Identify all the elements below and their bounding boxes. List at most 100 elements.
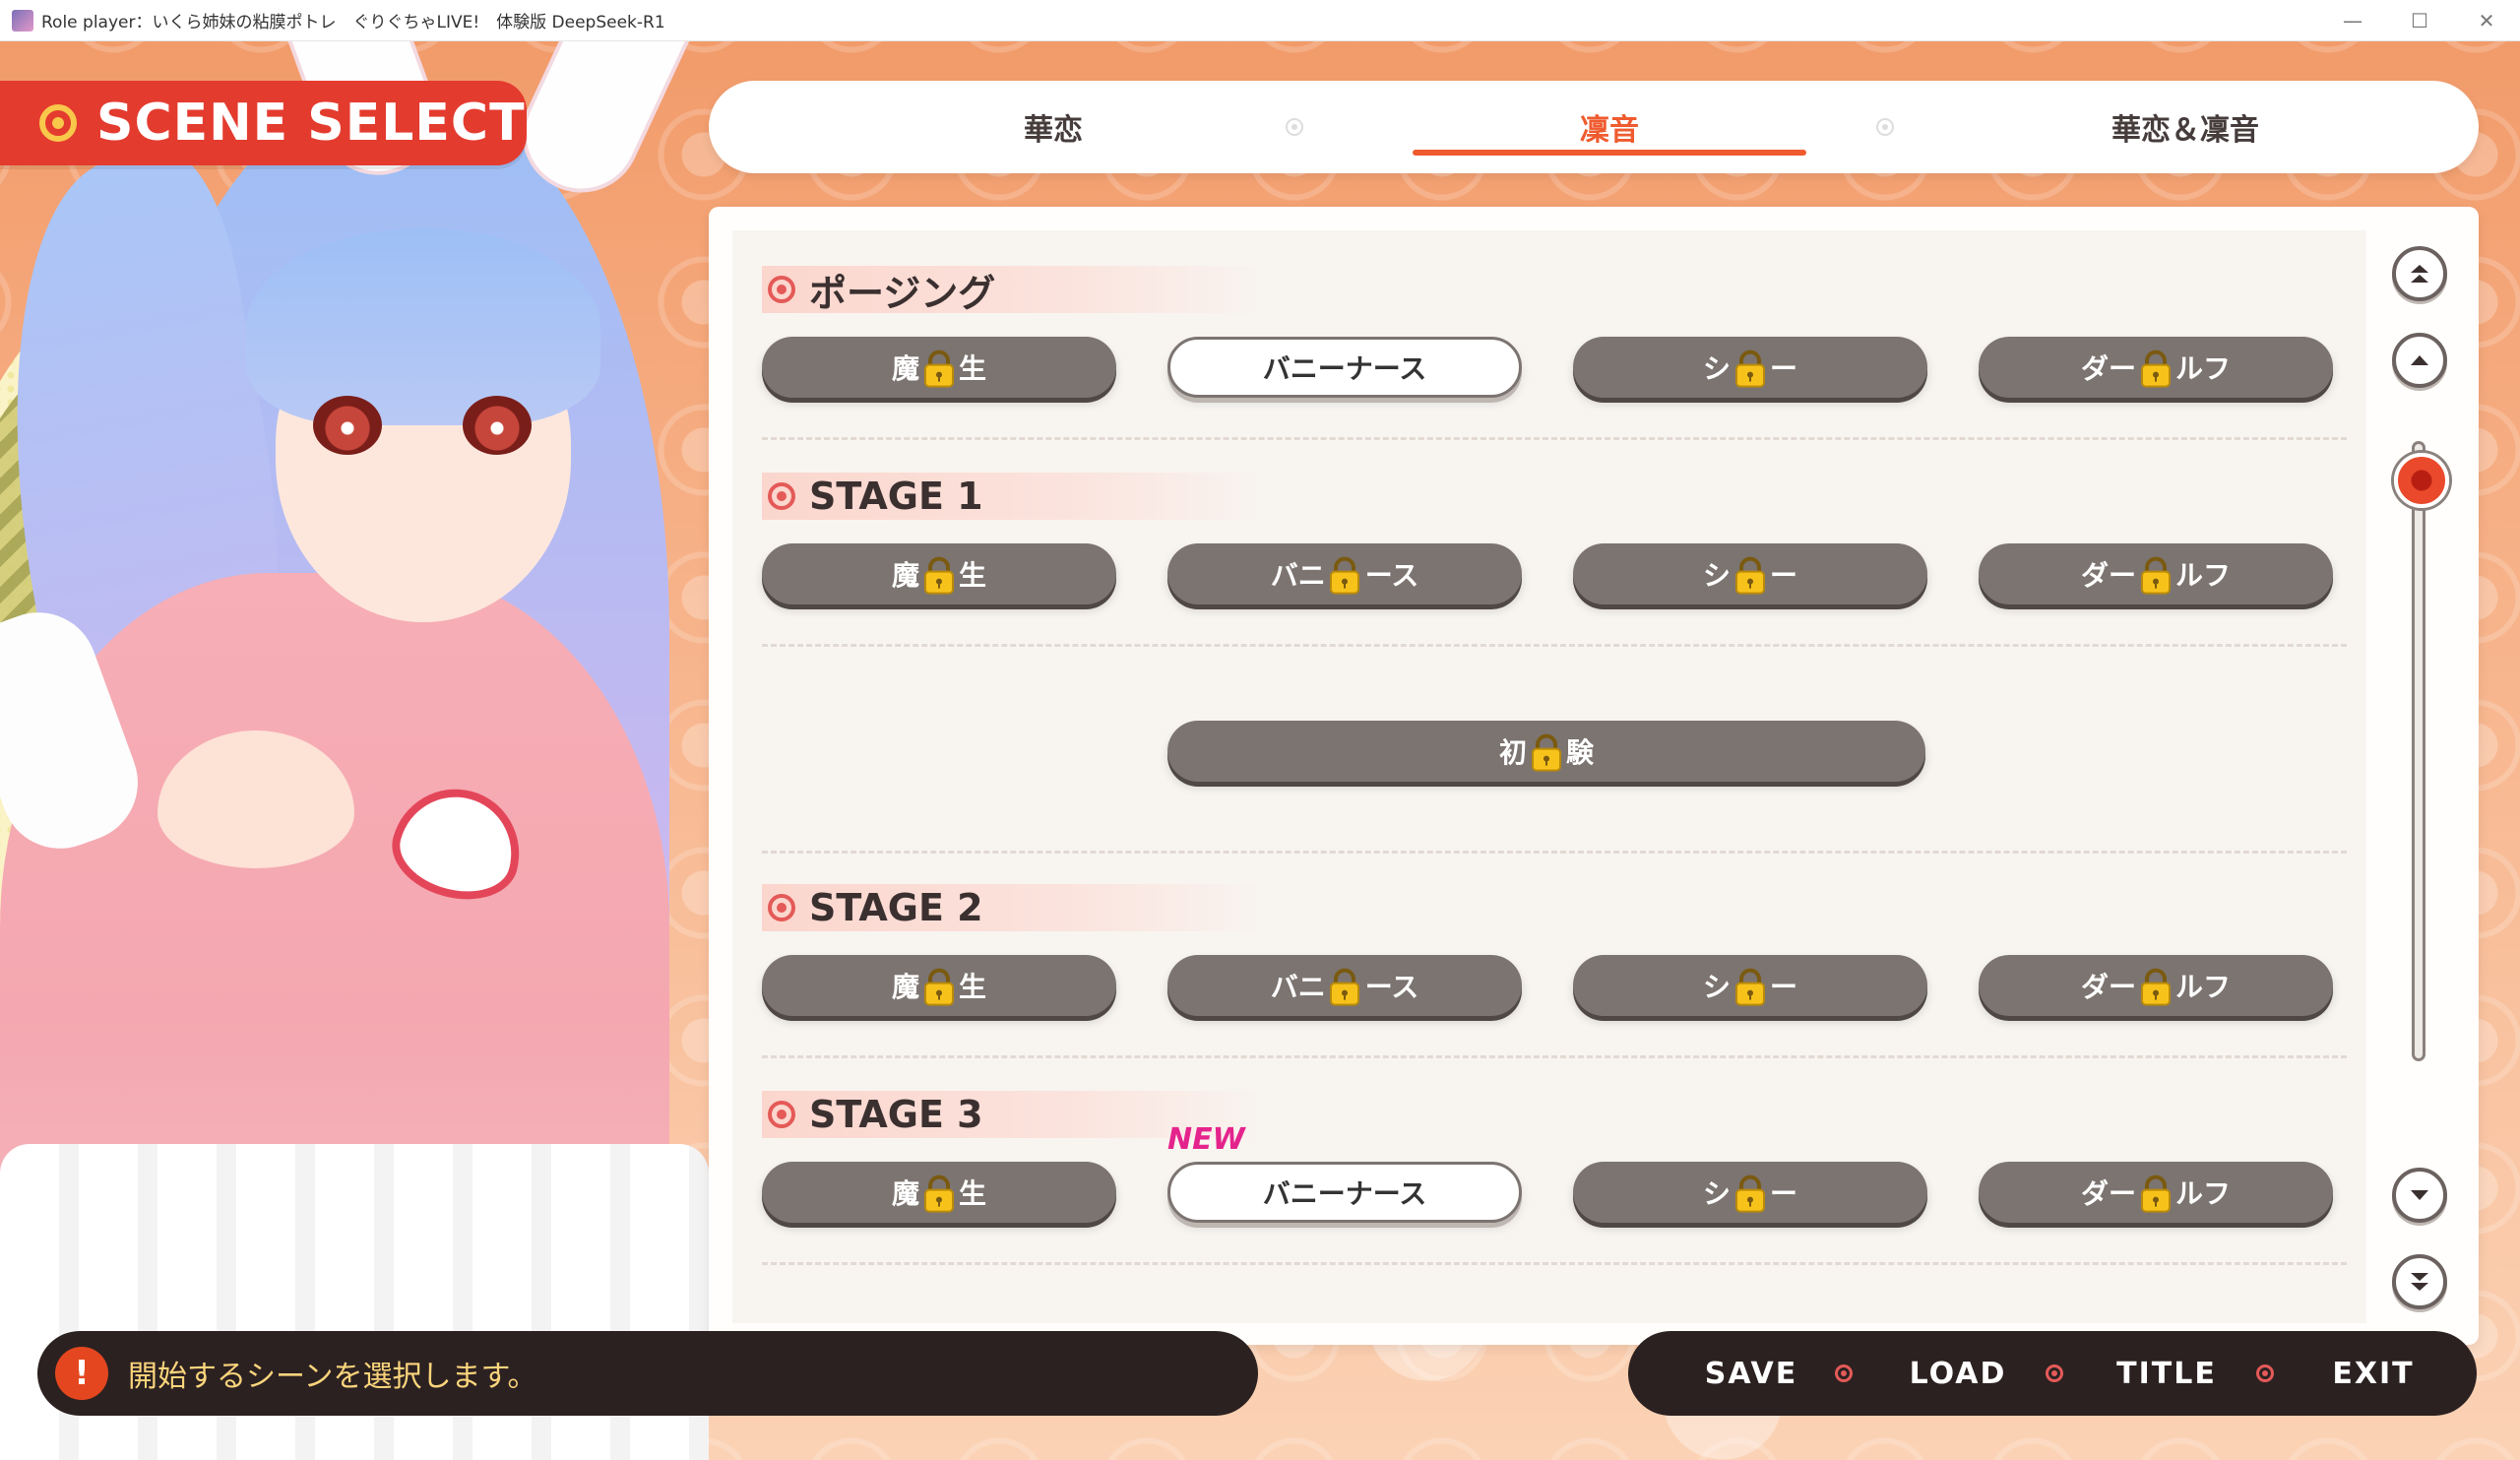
button-label-right: 生: [959, 559, 987, 592]
scene-button-bunny-nurse[interactable]: バニーナース: [1167, 337, 1522, 398]
active-tab-indicator: [1413, 150, 1806, 156]
scene-button-locked-wide[interactable]: 初 験: [1167, 721, 1925, 782]
button-label-right: ー: [1770, 1177, 1798, 1210]
scene-button-locked[interactable]: バニ ース: [1167, 955, 1522, 1016]
button-label-right: ース: [1364, 559, 1419, 592]
section-title-stage-1: STAGE 1: [762, 473, 1274, 520]
button-label-left: ダー: [2080, 1177, 2136, 1210]
scene-button-locked[interactable]: 魔 生: [762, 543, 1116, 604]
scene-button-locked[interactable]: ダー ルフ: [1979, 543, 2333, 604]
section-label: STAGE 2: [809, 886, 983, 929]
button-label-left: シ: [1702, 971, 1731, 1003]
window-titlebar: Role player：いくら姉妹の粘膜ポトレ ぐりぐちゃLIVE! 体験版 D…: [0, 0, 2520, 41]
chevron-up-icon: [2411, 355, 2428, 365]
lock-icon: [1735, 349, 1765, 388]
lock-icon: [2141, 349, 2171, 388]
tab-karen[interactable]: 華恋: [837, 81, 1270, 173]
scroll-down-icon[interactable]: [2392, 1168, 2447, 1223]
tab-separator-icon: [1876, 118, 1894, 136]
button-label-right: ルフ: [2175, 559, 2232, 592]
exit-button[interactable]: EXIT: [2290, 1331, 2457, 1416]
scene-button-locked[interactable]: ダー ルフ: [1979, 337, 2333, 398]
maximize-button[interactable]: ☐: [2386, 0, 2453, 41]
page-title: SCENE SELECT: [96, 94, 526, 153]
character-illustration: [0, 41, 709, 1460]
button-label-left: シ: [1702, 1177, 1731, 1210]
save-button[interactable]: SAVE: [1668, 1331, 1835, 1416]
character-eye-left: [313, 396, 382, 455]
load-button[interactable]: LOAD: [1874, 1331, 2042, 1416]
section-title-stage-2: STAGE 2: [762, 884, 1274, 931]
section-label: ポージング: [809, 271, 996, 315]
close-button[interactable]: ✕: [2453, 0, 2520, 41]
button-label-right: ー: [1770, 352, 1798, 385]
button-label-right: ルフ: [2175, 971, 2232, 1003]
scroll-top-icon[interactable]: [2392, 246, 2447, 301]
button-label-right: ルフ: [2175, 352, 2232, 385]
window-title: Role player：いくら姉妹の粘膜ポトレ ぐりぐちゃLIVE! 体験版 D…: [41, 13, 665, 32]
character-bangs: [246, 228, 600, 425]
lock-icon: [1330, 556, 1359, 595]
tab-separator-icon: [1286, 118, 1303, 136]
section-divider: [762, 851, 2347, 854]
ring-icon: [768, 482, 795, 510]
button-label-right: ース: [1364, 971, 1419, 1003]
scrollbar-thumb[interactable]: [2394, 453, 2449, 508]
scene-list-panel: ポージング 魔 生 バニーナース シ ー ダー ルフ STAGE 1 魔 生 バ…: [709, 207, 2479, 1345]
section-title-posing: ポージング: [762, 266, 1274, 315]
button-label-right: ルフ: [2175, 1177, 2232, 1210]
tab-karen-rinne[interactable]: 華恋＆凜音: [1969, 81, 2402, 173]
lock-icon: [1330, 968, 1359, 1006]
scene-button-locked[interactable]: 魔 生: [762, 1162, 1116, 1223]
scene-button-locked[interactable]: シ ー: [1573, 337, 1927, 398]
ring-icon: [768, 276, 795, 303]
button-label-left: シ: [1702, 559, 1731, 592]
button-label-right: ー: [1770, 971, 1798, 1003]
section-label: STAGE 1: [809, 475, 983, 518]
scroll-bottom-icon[interactable]: [2392, 1254, 2447, 1309]
double-chevron-up-icon: [2411, 265, 2428, 283]
menu-separator-icon: [2046, 1365, 2063, 1382]
title-button[interactable]: TITLE: [2083, 1331, 2250, 1416]
button-label-left: 魔: [891, 352, 919, 385]
tab-label: 凜音: [1580, 113, 1639, 148]
tab-label: 華恋: [1024, 113, 1083, 148]
scene-button-bunny-nurse[interactable]: バニーナース: [1167, 1162, 1522, 1223]
ring-icon: [39, 104, 77, 142]
scrollbar-track[interactable]: [2412, 441, 2426, 1061]
tab-label: 華恋＆凜音: [2111, 113, 2259, 148]
scene-button-locked[interactable]: 魔 生: [762, 337, 1116, 398]
button-label-left: バニ: [1270, 971, 1326, 1003]
button-label-left: 初: [1498, 736, 1527, 769]
button-label-left: シ: [1702, 352, 1731, 385]
tab-rinne[interactable]: 凜音: [1393, 81, 1826, 173]
scene-button-locked[interactable]: 魔 生: [762, 955, 1116, 1016]
button-label: バニーナース: [1262, 1177, 1427, 1210]
lock-icon: [924, 968, 954, 1006]
lock-icon: [924, 349, 954, 388]
section-label: STAGE 3: [809, 1093, 983, 1136]
section-divider: [762, 1262, 2347, 1265]
scene-button-locked[interactable]: ダー ルフ: [1979, 1162, 2333, 1223]
scene-button-locked[interactable]: ダー ルフ: [1979, 955, 2333, 1016]
minimize-button[interactable]: —: [2319, 0, 2386, 41]
button-label-left: 魔: [891, 971, 919, 1003]
section-divider: [762, 437, 2347, 440]
window-controls: — ☐ ✕: [2319, 0, 2520, 41]
scene-list[interactable]: ポージング 魔 生 バニーナース シ ー ダー ルフ STAGE 1 魔 生 バ…: [732, 230, 2366, 1323]
lock-icon: [1735, 556, 1765, 595]
button-label-left: ダー: [2080, 352, 2136, 385]
scene-button-locked[interactable]: シ ー: [1573, 1162, 1927, 1223]
lock-icon: [924, 556, 954, 595]
scroll-up-icon[interactable]: [2392, 333, 2447, 388]
button-label-right: 生: [959, 352, 987, 385]
button-label-left: バニ: [1270, 559, 1326, 592]
ring-icon: [768, 894, 795, 921]
scene-button-locked[interactable]: シ ー: [1573, 955, 1927, 1016]
scene-button-locked[interactable]: バニ ース: [1167, 543, 1522, 604]
button-label-left: ダー: [2080, 559, 2136, 592]
button-label-right: 験: [1566, 736, 1595, 769]
scene-button-locked[interactable]: シ ー: [1573, 543, 1927, 604]
lock-icon: [2141, 968, 2171, 1006]
alert-icon: !: [55, 1347, 108, 1400]
